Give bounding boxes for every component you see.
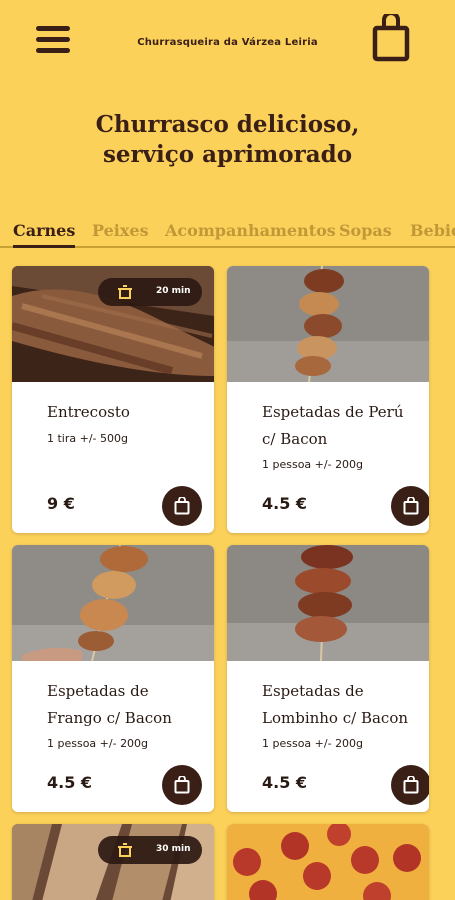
pepperoni-pizza-photo	[227, 824, 429, 900]
product-price: 4.5 €	[262, 494, 308, 513]
hero-line-2: serviço aprimorado	[102, 141, 353, 168]
product-card-espetadas-frango[interactable]: Espetadas de Frango c/ Bacon 1 pessoa +/…	[12, 545, 214, 812]
hero-line-1: Churrasco delicioso,	[95, 111, 360, 138]
pork-bacon-skewer-photo	[227, 545, 429, 661]
prep-time-text: 30 min	[156, 844, 191, 854]
prep-time-badge: 20 min	[98, 278, 202, 306]
add-to-cart-button[interactable]	[162, 765, 202, 805]
product-card-5[interactable]: 30 min	[12, 824, 214, 900]
shopping-bag-icon	[174, 497, 190, 515]
shopping-bag-icon	[403, 776, 419, 794]
add-to-cart-button[interactable]	[391, 486, 429, 526]
cooking-pot-icon	[118, 843, 132, 857]
product-card-espetadas-peru[interactable]: Espetadas de Perú c/ Bacon 1 pessoa +/- …	[227, 266, 429, 533]
add-to-cart-button[interactable]	[162, 486, 202, 526]
product-portion: 1 tira +/- 500g	[47, 432, 128, 445]
product-price: 9 €	[47, 494, 75, 513]
tab-bebidas[interactable]: Bebid	[410, 221, 455, 240]
add-to-cart-button[interactable]	[391, 765, 429, 805]
cart-button[interactable]	[372, 11, 410, 62]
product-card-entrecosto[interactable]: 20 min Entrecosto 1 tira +/- 500g 9 €	[12, 266, 214, 533]
product-price: 4.5 €	[47, 773, 93, 792]
product-name: Espetadas de Perú c/ Bacon	[262, 403, 404, 448]
product-portion: 1 pessoa +/- 200g	[262, 737, 364, 750]
product-portion: 1 pessoa +/- 200g	[47, 737, 149, 750]
tab-peixes[interactable]: Peixes	[92, 221, 149, 240]
cooking-pot-icon	[118, 285, 132, 299]
prep-time-text: 20 min	[156, 286, 191, 296]
shopping-bag-icon	[372, 11, 410, 62]
product-name: Espetadas de Frango c/ Bacon	[47, 682, 172, 727]
product-name: Entrecosto	[47, 403, 130, 421]
tab-acompanhamentos[interactable]: Acompanhamentos	[165, 221, 336, 240]
prep-time-badge: 30 min	[98, 836, 202, 864]
app-header: Churrasqueira da Várzea Leiria	[0, 0, 455, 95]
shopping-bag-icon	[174, 776, 190, 794]
category-tabs: Carnes Peixes Acompanhamentos Sopas Bebi…	[0, 217, 455, 251]
product-card-6[interactable]	[227, 824, 429, 900]
product-card-espetadas-lombinho[interactable]: Espetadas de Lombinho c/ Bacon 1 pessoa …	[227, 545, 429, 812]
chicken-bacon-skewer-photo	[12, 545, 214, 661]
tab-carnes[interactable]: Carnes	[13, 221, 76, 248]
turkey-bacon-skewer-photo	[227, 266, 429, 382]
product-name: Espetadas de Lombinho c/ Bacon	[262, 682, 409, 727]
shopping-bag-icon	[403, 497, 419, 515]
product-price: 4.5 €	[262, 773, 308, 792]
product-portion: 1 pessoa +/- 200g	[262, 458, 364, 471]
hero-heading: Churrasco delicioso, serviço aprimorado	[0, 110, 455, 170]
tab-sopas[interactable]: Sopas	[339, 221, 392, 240]
